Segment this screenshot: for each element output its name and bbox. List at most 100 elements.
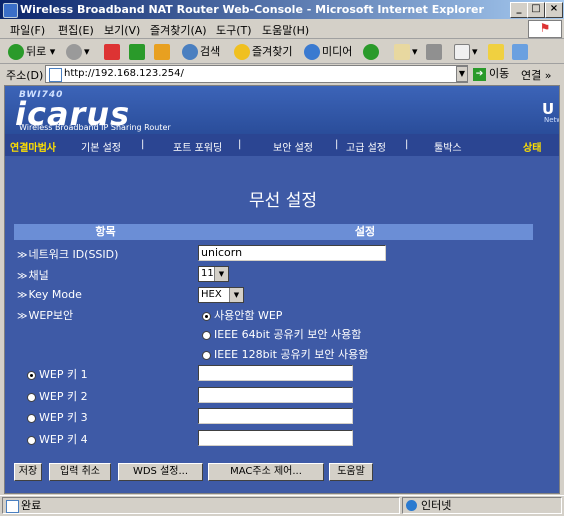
chevron-down-icon: ▼ [229,288,243,302]
wep-key2-input[interactable] [198,387,353,403]
wep-label: ≫WEP보안 [17,309,74,322]
nav-security[interactable]: 보안 설정 [273,139,313,154]
nav-basic[interactable]: 기본 설정 [81,139,121,154]
links-button[interactable]: 연결 » [521,67,551,83]
bullet-icon: ≫ [17,271,28,282]
nav-status[interactable]: 상태 [523,139,541,154]
wep-key4-radio[interactable] [27,435,36,445]
bullet-icon: ≫ [17,311,28,322]
print-icon [426,44,442,60]
wep-key2-radio[interactable] [27,392,36,402]
chevron-down-icon: ▼ [214,267,228,281]
star-icon [234,44,250,60]
discuss-button[interactable] [488,43,506,61]
address-input[interactable]: http://192.168.123.254/ [45,65,468,83]
forward-button[interactable]: ▾ [66,43,90,61]
toolbar: 뒤로 ▾ ▾ 검색 즐겨찾기 미디어 ▾ ▾ [0,40,564,64]
mail-button[interactable]: ▾ [394,43,418,61]
media-button[interactable]: 미디어 [304,43,352,61]
page-title: 무선 설정 [249,191,317,211]
ssid-input[interactable]: unicorn [198,245,386,261]
address-url: http://192.168.123.254/ [64,68,184,79]
edit-button[interactable]: ▾ [454,43,478,61]
wep-option-64[interactable]: IEEE 64bit 공유키 보안 사용함 [202,326,361,342]
favorites-button[interactable]: 즐겨찾기 [234,43,292,61]
wep-key3-radio[interactable] [27,413,36,423]
back-button[interactable]: 뒤로 ▾ [8,43,55,61]
windows-logo-icon: ⚑ [528,20,562,38]
nav-port-forwarding[interactable]: 포트 포워딩 [173,139,222,154]
wep-option-128[interactable]: IEEE 128bit 공유키 보안 사용함 [202,346,368,362]
go-arrow-icon: ➔ [473,67,486,81]
go-button[interactable]: ➔ 이동 [473,66,515,82]
maximize-button[interactable]: □ [527,2,545,18]
help-button[interactable]: 도움말 [329,463,373,481]
history-button[interactable] [363,43,381,61]
title-bar: Wireless Broadband NAT Router Web-Consol… [0,0,564,19]
menu-tools[interactable]: 도구(T) [216,22,252,38]
column-header-setting: 설정 [197,224,533,240]
keymode-label: ≫Key Mode [17,288,82,301]
wep-key4-label[interactable]: WEP 키 4 [27,431,88,447]
mac-control-button[interactable]: MAC주소 제어... [208,463,324,481]
wep-off-radio[interactable] [202,311,211,321]
home-icon [154,44,170,60]
home-button[interactable] [154,43,172,61]
channel-label: ≫채널 [17,269,49,282]
channel-select[interactable]: 11 ▼ [198,266,229,282]
menu-edit[interactable]: 편집(E) [58,22,94,38]
messenger-icon [512,44,528,60]
menu-view[interactable]: 보기(V) [104,22,140,38]
address-dropdown-button[interactable]: ▼ [456,66,468,82]
close-button[interactable]: × [545,2,563,18]
bullet-icon: ≫ [17,290,28,301]
messenger-button[interactable] [512,43,530,61]
status-text: 완료 [2,497,400,514]
router-banner: BWI740 icarus Wireless Broadband IP Shar… [5,86,559,134]
back-arrow-icon [8,44,24,60]
vendor-sub: Netw [544,116,559,124]
wep-key1-radio[interactable] [27,370,36,380]
wep-key2-label[interactable]: WEP 키 2 [27,388,88,404]
wds-settings-button[interactable]: WDS 설정... [118,463,203,481]
keymode-select[interactable]: HEX ▼ [198,287,244,303]
wep-key3-label[interactable]: WEP 키 3 [27,409,88,425]
nav-toolbox[interactable]: 툴박스 [434,139,462,154]
stop-icon [104,44,120,60]
menu-file[interactable]: 파일(F) [10,22,45,38]
nav-sep: | [141,139,145,150]
refresh-button[interactable] [129,43,147,61]
mail-icon [394,44,410,60]
globe-icon [406,500,417,511]
search-button[interactable]: 검색 [182,43,220,61]
address-label: 주소(D) [6,69,44,82]
history-icon [363,44,379,60]
media-icon [304,44,320,60]
menu-favorites[interactable]: 즐겨찾기(A) [150,22,207,38]
minimize-button[interactable]: _ [510,2,528,18]
nav-wizard[interactable]: 연결마법사 [10,139,56,154]
stop-button[interactable] [104,43,122,61]
save-button[interactable]: 저장 [14,463,42,481]
wep-64-radio[interactable] [202,330,211,340]
wep-option-off[interactable]: 사용안함 WEP [202,307,282,323]
menu-help[interactable]: 도움말(H) [262,22,309,38]
page-icon [6,500,19,513]
nav-advanced[interactable]: 고급 설정 [346,139,386,154]
refresh-icon [129,44,145,60]
print-button[interactable] [426,43,444,61]
wep-128-radio[interactable] [202,350,211,360]
wep-key1-label[interactable]: WEP 키 1 [27,366,88,382]
page-content: BWI740 icarus Wireless Broadband IP Shar… [4,85,560,494]
search-icon [182,44,198,60]
wep-key3-input[interactable] [198,408,353,424]
nav-sep: | [238,139,242,150]
cancel-button[interactable]: 입력 취소 [49,463,111,481]
ssid-label: ≫네트워크 ID(SSID) [17,248,119,261]
page-icon [49,68,62,82]
menu-bar: 파일(F) 편집(E) 보기(V) 즐겨찾기(A) 도구(T) 도움말(H) [0,19,564,39]
nav-sep: | [405,139,409,150]
wep-key1-input[interactable] [198,365,353,381]
wep-key4-input[interactable] [198,430,353,446]
brand-tagline: Wireless Broadband IP Sharing Router [19,123,171,132]
